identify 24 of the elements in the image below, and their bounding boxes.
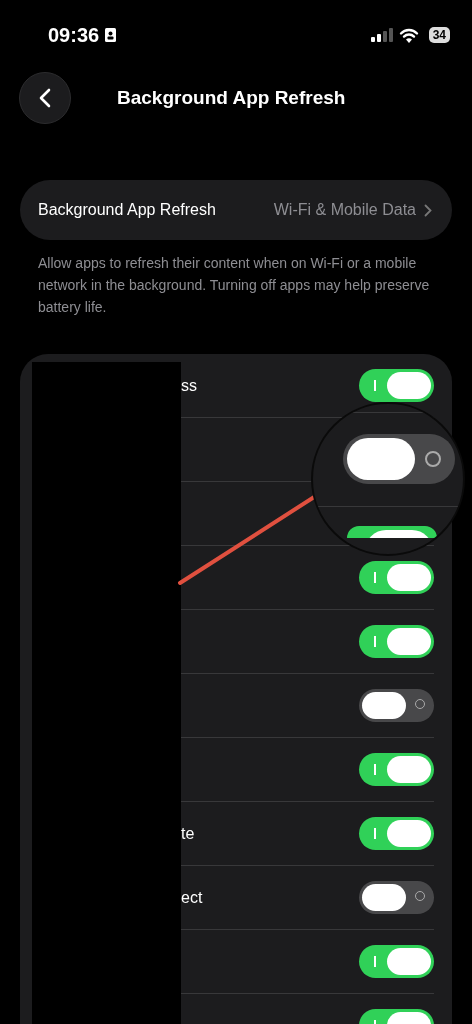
status-time: 09:36 [48,23,100,47]
setting-label: Background App Refresh [38,201,217,219]
back-button[interactable] [19,72,71,124]
page-title: Background App Refresh [117,87,346,109]
toggle-switch[interactable] [359,945,434,978]
wifi-icon [398,27,419,43]
toggle-switch[interactable] [359,689,434,722]
toggle-switch[interactable] [359,625,434,658]
refresh-setting-row[interactable]: Background App Refresh Wi-Fi & Mobile Data [20,180,452,240]
back-chevron-icon [39,88,51,108]
setting-value: Wi-Fi & Mobile Data [273,201,416,219]
app-name: te [181,824,195,843]
toggle-switch[interactable] [359,561,434,594]
app-name: ect [181,888,203,907]
toggle-switch[interactable] [359,817,434,850]
app-name: ss [181,376,197,395]
contact-card-icon [105,28,117,42]
toggle-switch[interactable] [359,369,434,402]
signal-icon [370,28,393,42]
battery-level: 34 [428,27,450,43]
toggle-switch[interactable] [359,881,434,914]
chevron-icon [424,203,432,217]
toggle-switch[interactable] [359,753,434,786]
description-text: Allow apps to refresh their content when on Wi-Fi or a mobile network in the background. Turning off apps may help preserve battery life. [38,254,431,317]
